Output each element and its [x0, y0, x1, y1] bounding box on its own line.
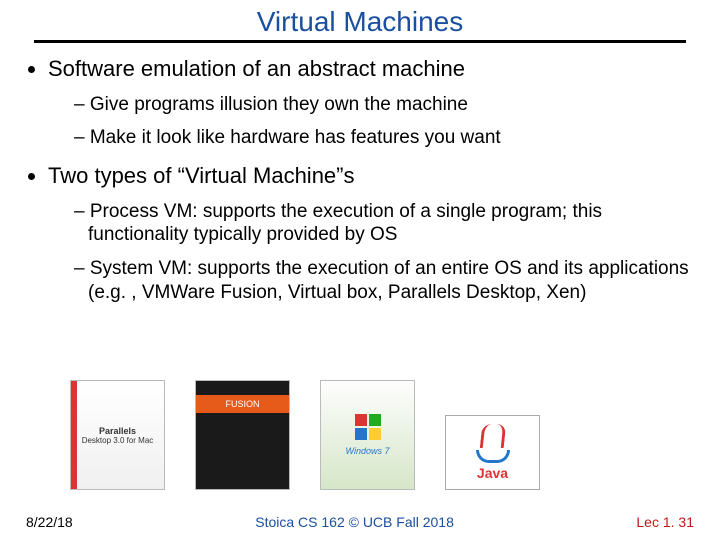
slide-footer: 8/22/18 Stoica CS 162 © UCB Fall 2018 Le… — [0, 514, 720, 530]
bullet-2-sub-2: System VM: supports the execution of an … — [48, 257, 692, 305]
bullet-2-text: Two types of “Virtual Machine”s — [48, 163, 355, 188]
footer-lecture-number: Lec 1. 31 — [636, 514, 694, 530]
bullet-2-sublist: Process VM: supports the execution of a … — [48, 200, 692, 305]
parallels-title: Parallels — [99, 426, 136, 436]
java-cup-icon — [476, 450, 510, 463]
java-logo-icon: Java — [445, 415, 540, 490]
title-underline — [34, 40, 686, 43]
bullet-1: Software emulation of an abstract machin… — [48, 55, 692, 150]
bullet-1-sublist: Give programs illusion they own the mach… — [48, 93, 692, 151]
fusion-band-label: FUSION — [196, 395, 289, 413]
slide: Virtual Machines Software emulation of a… — [0, 0, 720, 540]
bullet-1-sub-2: Make it look like hardware has features … — [48, 126, 692, 150]
java-wordmark: Java — [477, 465, 508, 481]
parallels-box-icon: Parallels Desktop 3.0 for Mac — [70, 380, 165, 490]
windows7-box-icon: Windows 7 — [320, 380, 415, 490]
java-steam-icon — [479, 424, 506, 448]
bullet-1-text: Software emulation of an abstract machin… — [48, 56, 465, 81]
parallels-stripe-icon — [71, 381, 77, 489]
windows7-label: Windows 7 — [346, 446, 390, 456]
content-list: Software emulation of an abstract machin… — [0, 55, 720, 305]
windows-flag-icon — [355, 414, 381, 440]
footer-course: Stoica CS 162 © UCB Fall 2018 — [255, 514, 454, 530]
slide-title: Virtual Machines — [0, 0, 720, 40]
vmware-fusion-box-icon: FUSION — [195, 380, 290, 490]
parallels-subtitle: Desktop 3.0 for Mac — [82, 436, 154, 445]
bullet-2-sub-1: Process VM: supports the execution of a … — [48, 200, 692, 248]
footer-date: 8/22/18 — [26, 514, 73, 530]
product-boxes-row: Parallels Desktop 3.0 for Mac FUSION Win… — [70, 380, 540, 490]
bullet-1-sub-1: Give programs illusion they own the mach… — [48, 93, 692, 117]
bullet-2: Two types of “Virtual Machine”s Process … — [48, 162, 692, 305]
